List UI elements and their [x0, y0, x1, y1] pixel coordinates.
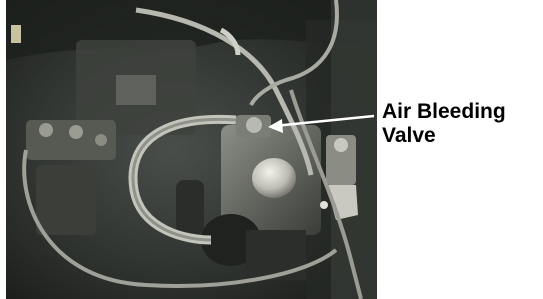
callout-line-1: Air Bleeding: [382, 100, 506, 123]
engine-photo: [6, 0, 377, 299]
air-bleeding-valve-label: Air Bleeding Valve: [382, 100, 506, 148]
callout-line-2: Valve: [382, 124, 436, 147]
